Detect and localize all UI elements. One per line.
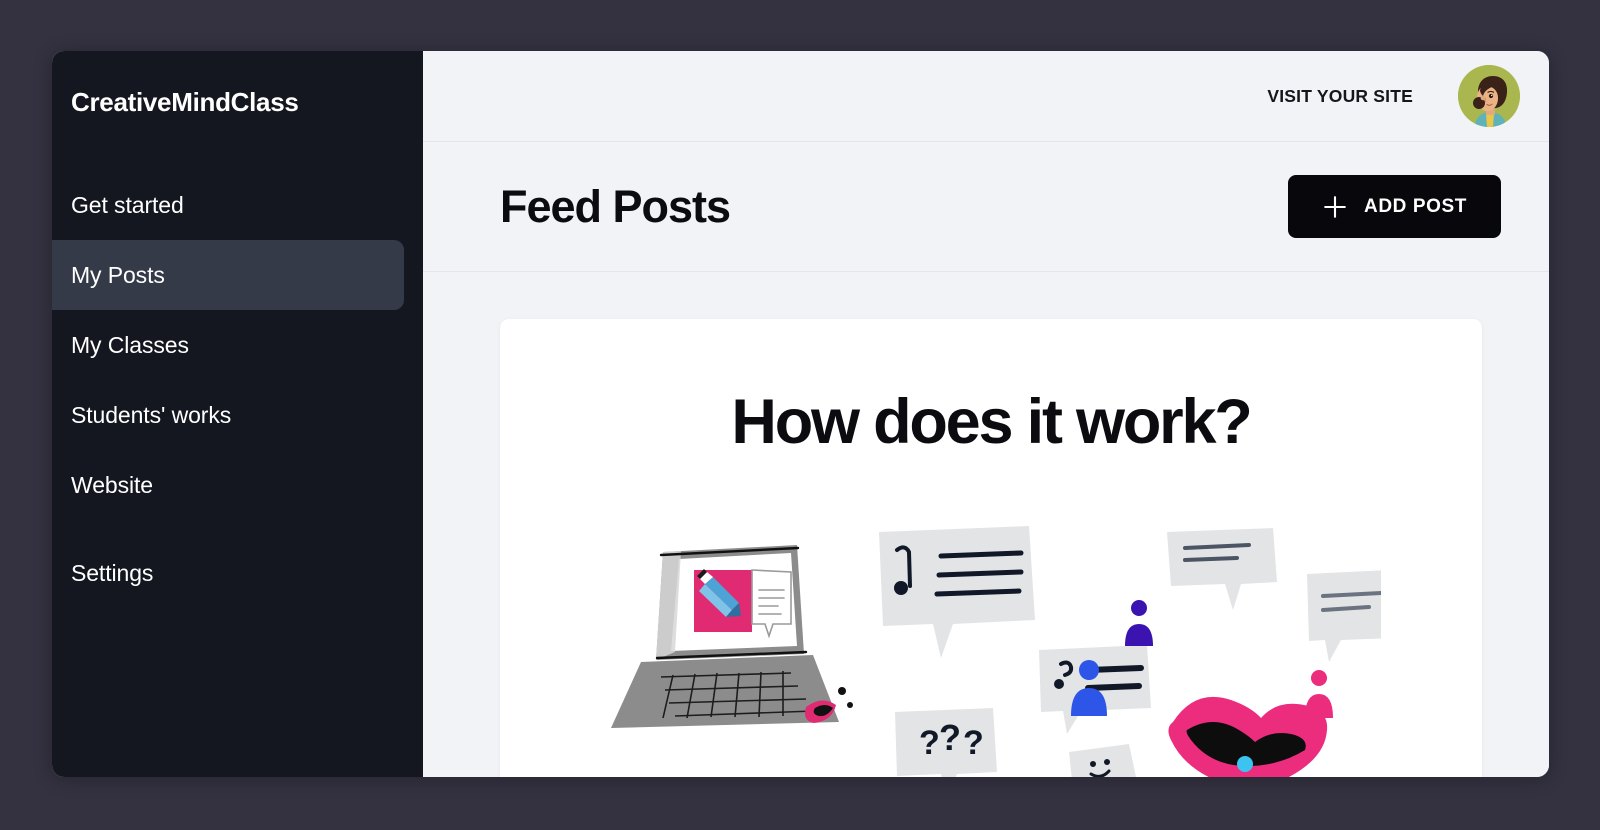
topbar: VISIT YOUR SITE <box>423 51 1549 142</box>
speech-bubble-upper-center-icon <box>1167 528 1277 610</box>
post-card-title: How does it work? <box>731 387 1252 457</box>
laptop-speech-bubbles-lips-illustration-icon: ? ? ? <box>611 526 1381 777</box>
sidebar-item-website[interactable]: Website <box>52 450 423 520</box>
person-figure-pink-icon <box>1305 670 1333 718</box>
sidebar-item-my-posts[interactable]: My Posts <box>52 240 404 311</box>
sidebar: CreativeMindClass Get started My Posts M… <box>52 51 423 777</box>
speech-bubble-with-question-marks-icon: ? ? ? <box>895 708 997 777</box>
content-scroll-area[interactable]: How does it work? ? ? ? <box>423 272 1549 777</box>
speech-bubble-with-lines-icon <box>879 526 1035 658</box>
page-header: Feed Posts ADD POST <box>423 142 1549 272</box>
pink-screen-panel-icon <box>694 569 752 632</box>
speech-bubble-with-smiley-icon <box>1069 744 1136 777</box>
page-title: Feed Posts <box>500 180 731 232</box>
sidebar-item-label: Students' works <box>71 401 232 428</box>
illustration-container: ? ? ? <box>500 512 1482 777</box>
main-area: VISIT YOUR SITE Feed Posts ADD POST How … <box>423 51 1549 777</box>
brand-logo: CreativeMindClass <box>71 87 299 117</box>
add-post-label: ADD POST <box>1364 195 1467 217</box>
sidebar-item-label: My Classes <box>71 331 189 358</box>
sidebar-item-label: My Posts <box>71 261 165 288</box>
sidebar-item-settings[interactable]: Settings <box>52 538 423 608</box>
post-card[interactable]: How does it work? ? ? ? <box>500 319 1482 777</box>
person-figure-navy-icon <box>1125 600 1153 646</box>
sidebar-item-label: Website <box>71 471 153 498</box>
svg-text:?: ? <box>919 724 940 762</box>
sidebar-nav: Get started My Posts My Classes Students… <box>52 170 423 608</box>
avatar[interactable] <box>1458 65 1520 127</box>
sidebar-item-get-started[interactable]: Get started <box>52 170 423 240</box>
user-avatar-illustration-icon <box>1458 65 1520 127</box>
sidebar-item-students-works[interactable]: Students' works <box>52 380 423 450</box>
sidebar-item-label: Settings <box>71 559 154 586</box>
app-window: CreativeMindClass Get started My Posts M… <box>52 51 1549 777</box>
svg-text:?: ? <box>963 724 984 762</box>
svg-text:?: ? <box>939 717 961 758</box>
sidebar-item-my-classes[interactable]: My Classes <box>52 310 423 380</box>
add-post-button[interactable]: ADD POST <box>1288 175 1501 238</box>
visit-your-site-link[interactable]: VISIT YOUR SITE <box>1267 86 1413 107</box>
sidebar-item-label: Get started <box>71 191 184 218</box>
plus-icon <box>1324 195 1346 218</box>
speech-bubble-right-icon <box>1307 570 1381 662</box>
